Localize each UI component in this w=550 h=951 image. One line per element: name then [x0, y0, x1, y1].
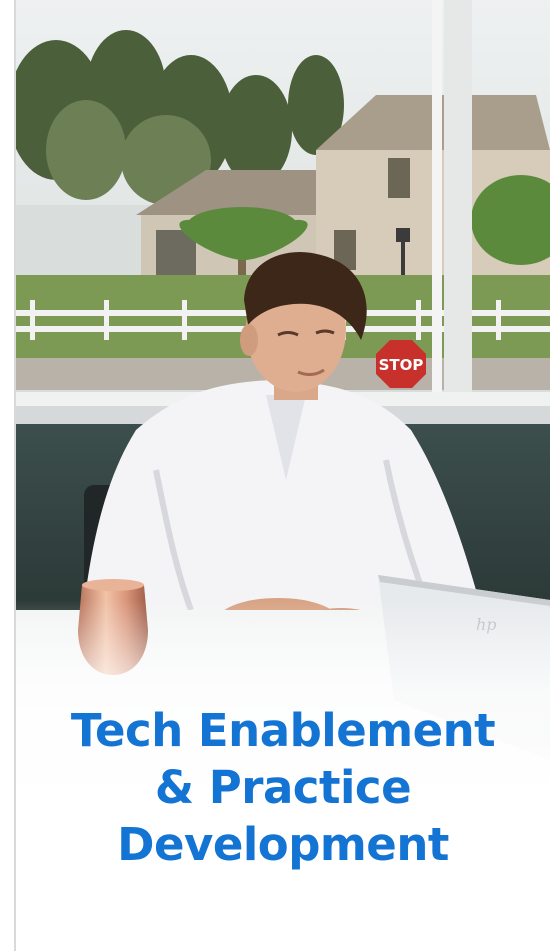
headline-line-1: Tech Enablement — [70, 704, 496, 758]
card-headline[interactable]: Tech Enablement & Practice Development — [16, 702, 550, 873]
page-frame: STOP Tech Enablement & Practice Developm… — [0, 0, 550, 951]
service-card[interactable]: STOP Tech Enablement & Practice Developm… — [16, 0, 550, 951]
stop-sign-text: STOP — [379, 356, 424, 374]
headline-line-3: Development — [117, 818, 449, 872]
headline-line-2: & Practice — [154, 761, 412, 815]
